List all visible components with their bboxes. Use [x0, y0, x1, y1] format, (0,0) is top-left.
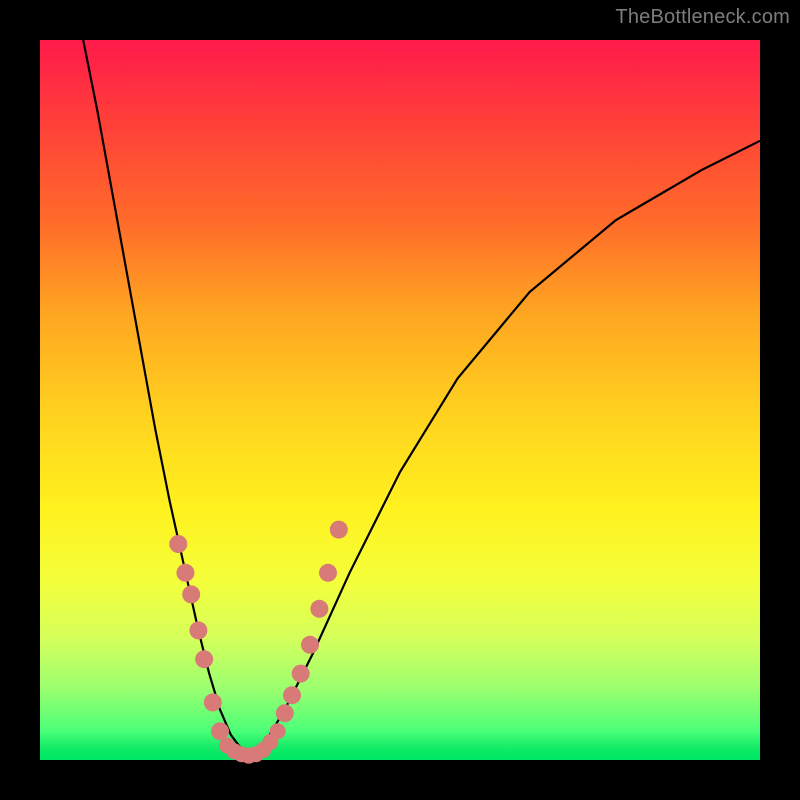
scatter-dot	[319, 564, 337, 582]
scatter-dot	[182, 585, 200, 603]
chart-frame: TheBottleneck.com	[0, 0, 800, 800]
scatter-dot	[270, 723, 286, 739]
scatter-dot	[301, 636, 319, 654]
watermark-text: TheBottleneck.com	[615, 6, 790, 29]
scatter-dot	[211, 722, 229, 740]
scatter-dot	[330, 521, 348, 539]
scatter-dot	[204, 693, 222, 711]
scatter-dot	[176, 564, 194, 582]
scatter-dot	[292, 665, 310, 683]
scatter-dot	[283, 686, 301, 704]
right-curve	[249, 141, 760, 757]
scatter-dot	[189, 621, 207, 639]
plot-area	[40, 40, 760, 760]
scatter-dot	[195, 650, 213, 668]
chart-svg	[40, 40, 760, 760]
scatter-dot	[169, 535, 187, 553]
scatter-dot	[310, 600, 328, 618]
left-curve	[83, 40, 249, 756]
scatter-dot	[276, 704, 294, 722]
scatter-dots	[169, 521, 348, 764]
